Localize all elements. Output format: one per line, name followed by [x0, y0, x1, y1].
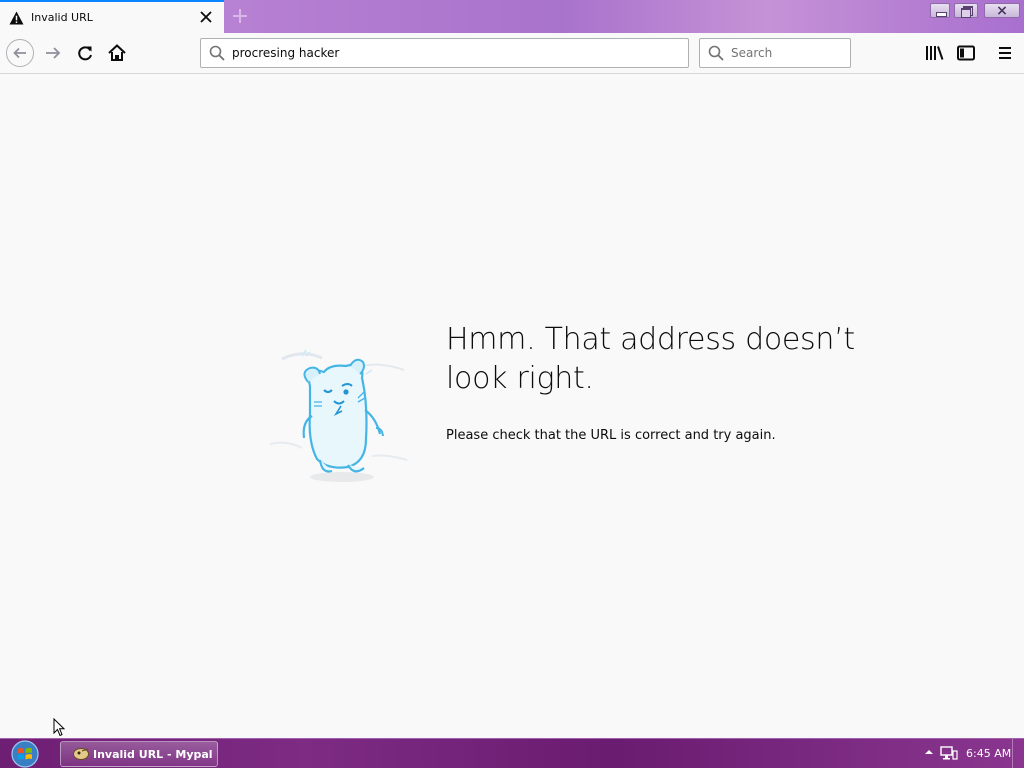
title-bar: Invalid URL [0, 0, 1024, 33]
close-tab-icon[interactable] [199, 10, 213, 24]
sidebar-icon[interactable] [954, 41, 978, 65]
search-input[interactable] [731, 44, 841, 62]
error-description: Please check that the URL is correct and… [446, 428, 776, 443]
network-icon[interactable] [940, 745, 958, 761]
forward-arrow-icon[interactable] [41, 41, 65, 65]
mypal-browser-icon [73, 748, 89, 760]
system-clock[interactable]: 6:45 AM [966, 747, 1011, 760]
close-icon [997, 6, 1007, 15]
search-bar[interactable] [699, 38, 851, 68]
hamburger-menu-icon[interactable] [993, 41, 1017, 65]
back-arrow-icon [13, 47, 26, 59]
windows-start-icon[interactable] [6, 740, 44, 768]
error-title: Hmm. That address doesn’t look right. [446, 322, 855, 396]
restore-icon-back [961, 8, 971, 18]
home-icon[interactable] [105, 41, 129, 65]
minimize-icon [936, 12, 947, 17]
back-button[interactable] [6, 39, 34, 67]
window-minimize-button[interactable] [930, 3, 950, 18]
window-restore-button[interactable] [954, 3, 978, 18]
taskbar: Invalid URL - Mypal 6:45 AM [0, 738, 1024, 768]
confused-mascot-illustration [269, 349, 408, 482]
address-input[interactable] [232, 43, 672, 63]
search-icon [708, 45, 724, 61]
address-bar[interactable] [200, 38, 689, 68]
tray-arrow-icon[interactable] [924, 747, 934, 757]
reload-icon[interactable] [73, 41, 97, 65]
library-icon[interactable] [922, 41, 946, 65]
search-icon [209, 45, 225, 61]
mouse-cursor-icon [53, 718, 66, 737]
error-page: Hmm. That address doesn’t look right. Pl… [0, 74, 1024, 738]
browser-tab[interactable]: Invalid URL [0, 0, 224, 33]
taskbar-window-label: Invalid URL - Mypal [93, 748, 213, 761]
show-desktop-button[interactable] [1012, 739, 1024, 768]
warning-icon [9, 11, 24, 25]
new-tab-icon[interactable] [231, 7, 249, 25]
tab-title: Invalid URL [31, 11, 93, 24]
navigation-toolbar [0, 33, 1024, 74]
taskbar-window-button[interactable]: Invalid URL - Mypal [60, 741, 218, 767]
window-close-button[interactable] [984, 3, 1020, 18]
